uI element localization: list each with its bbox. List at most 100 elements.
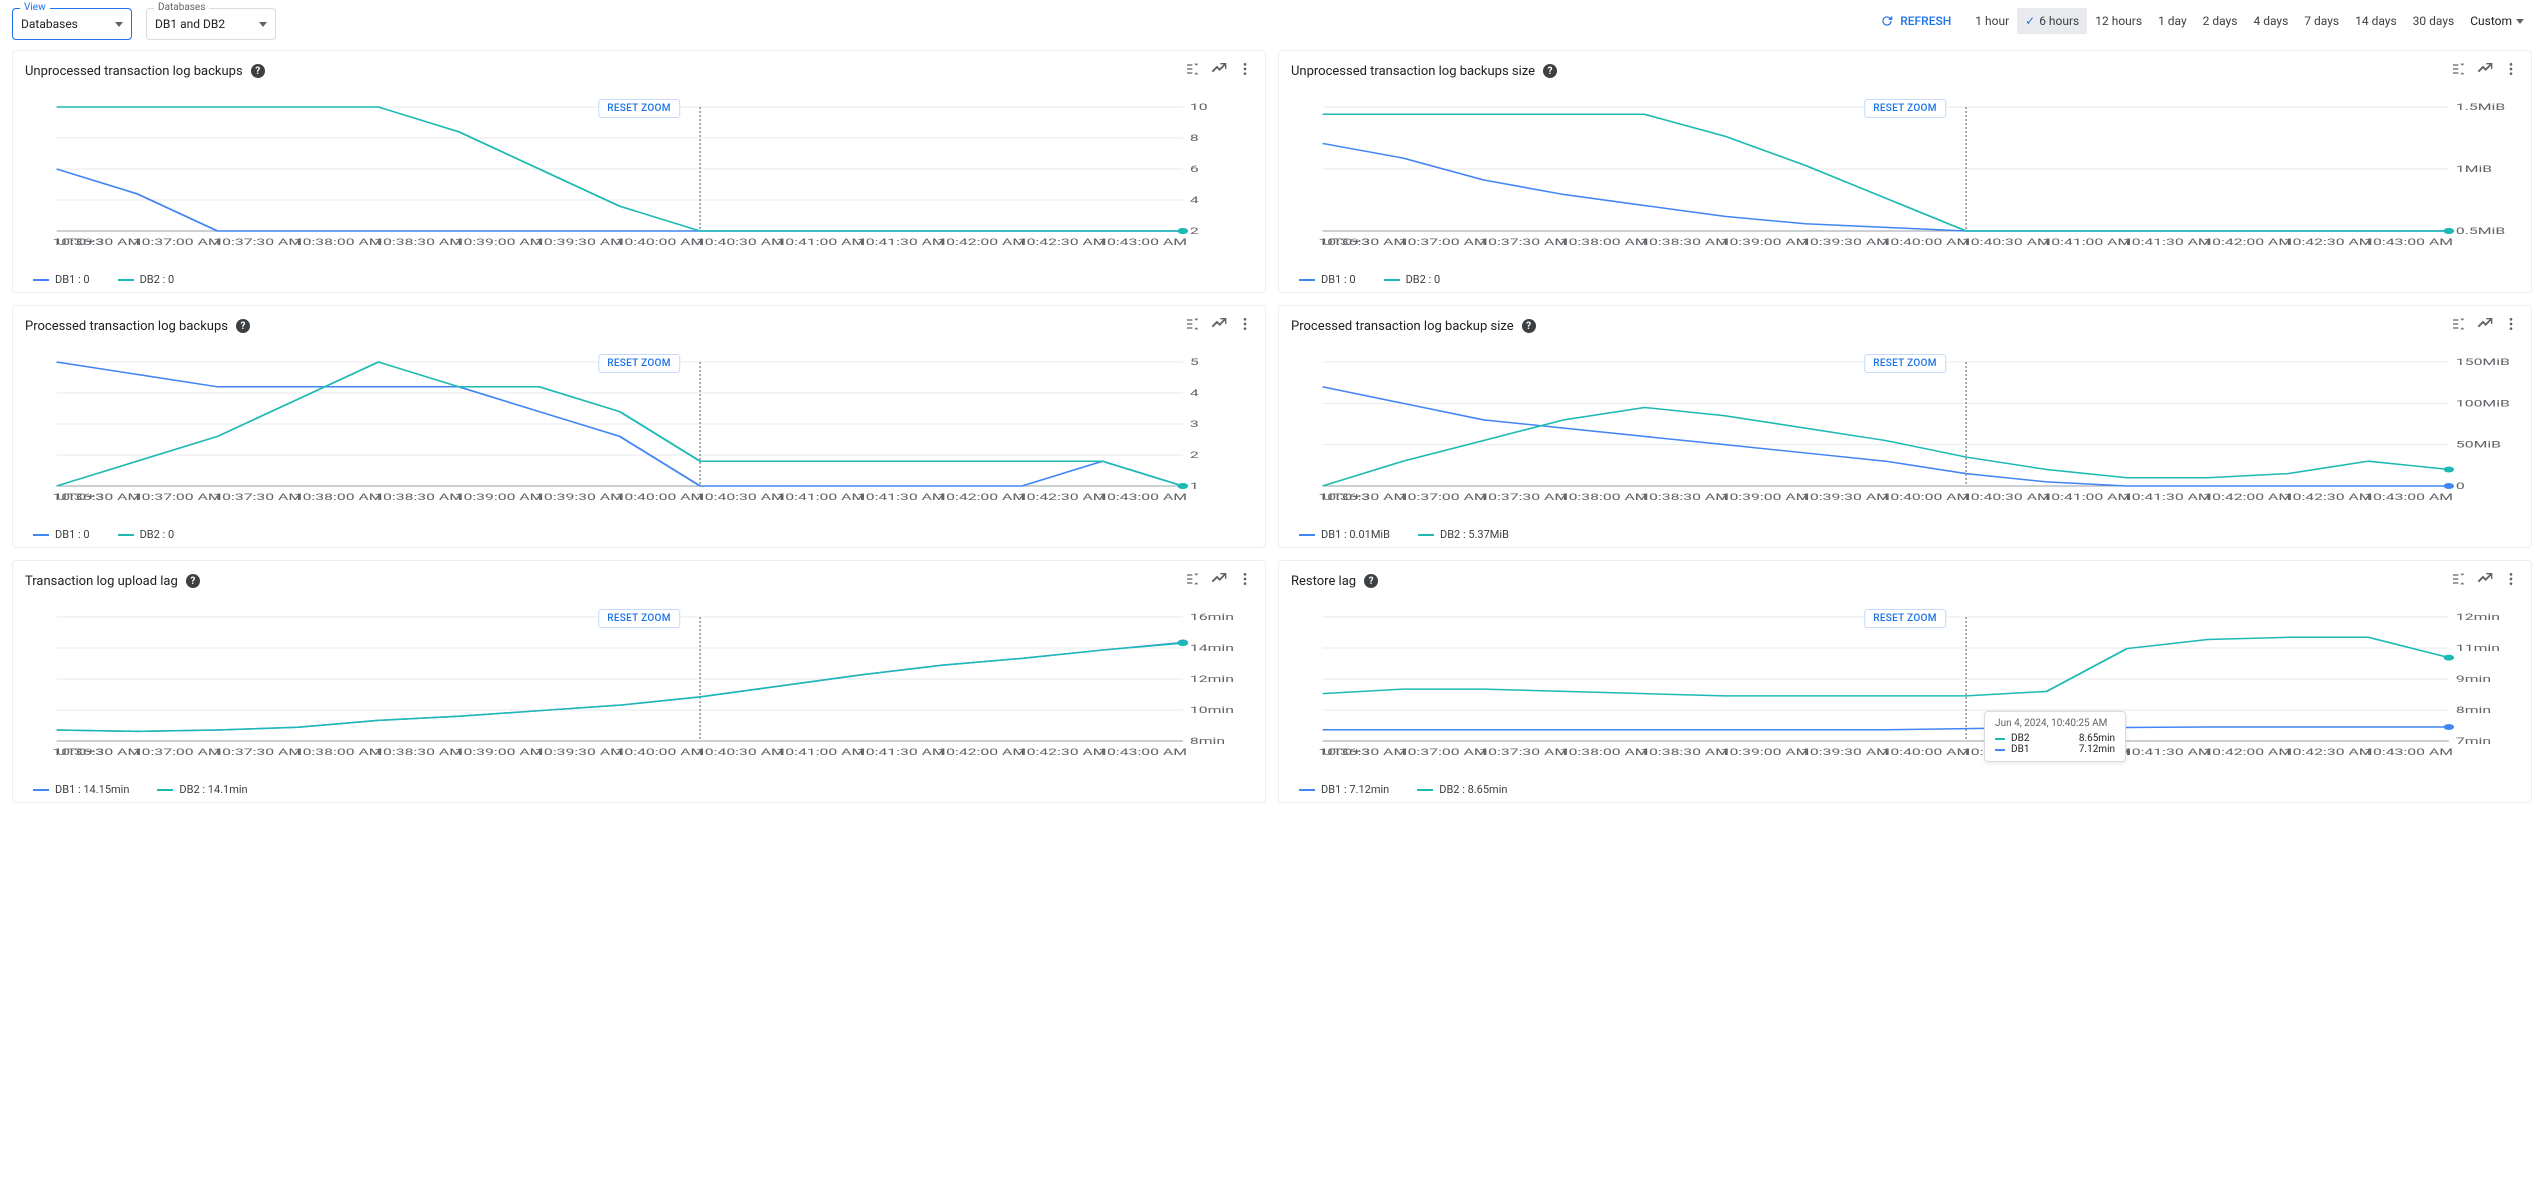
explore-icon[interactable]: [1211, 61, 1227, 81]
explore-icon[interactable]: [2477, 571, 2493, 591]
card-title: Processed transaction log backups: [25, 319, 228, 334]
time-range-selector: 1 hour✓6 hours12 hours1 day2 days4 days7…: [1967, 8, 2462, 34]
chevron-down-icon: [115, 22, 123, 27]
legend-toggle-icon[interactable]: [2451, 316, 2467, 336]
chart-plot[interactable]: 1.5MiB1MiB0.5MiBUTC+310:36:30 AM10:37:00…: [1291, 99, 2519, 249]
svg-text:10:42:30 AM: 10:42:30 AM: [1018, 237, 1107, 248]
help-icon[interactable]: ?: [236, 319, 250, 333]
refresh-button[interactable]: REFRESH: [1870, 8, 1961, 34]
help-icon[interactable]: ?: [1543, 64, 1557, 78]
svg-text:4: 4: [1190, 388, 1199, 399]
legend-item[interactable]: DB2 : 0: [118, 528, 175, 541]
legend-toggle-icon[interactable]: [2451, 61, 2467, 81]
card-actions: [2451, 61, 2519, 81]
svg-text:10:41:30 AM: 10:41:30 AM: [857, 747, 946, 758]
card-title: Unprocessed transaction log backups size: [1291, 64, 1535, 79]
reset-zoom-button[interactable]: RESET ZOOM: [1864, 354, 1946, 373]
svg-text:10:40:30 AM: 10:40:30 AM: [696, 237, 785, 248]
legend-swatch: [1384, 279, 1400, 281]
legend-item[interactable]: DB1 : 14.15min: [33, 783, 129, 796]
legend-item[interactable]: DB2 : 14.1min: [157, 783, 247, 796]
svg-text:10:43:00 AM: 10:43:00 AM: [1098, 237, 1187, 248]
legend-toggle-icon[interactable]: [2451, 571, 2467, 591]
legend-item[interactable]: DB2 : 0: [1384, 273, 1441, 286]
more-menu-icon[interactable]: [1237, 316, 1253, 336]
more-menu-icon[interactable]: [1237, 61, 1253, 81]
reset-zoom-button[interactable]: RESET ZOOM: [598, 99, 680, 118]
chart-plot[interactable]: 12min11min9min8min7minUTC+310:36:30 AM10…: [1291, 609, 2519, 759]
help-icon[interactable]: ?: [1522, 319, 1536, 333]
svg-text:10:43:00 AM: 10:43:00 AM: [2364, 237, 2453, 248]
chart-card: Transaction log upload lag ? RESET ZOOM …: [12, 560, 1266, 803]
reset-zoom-button[interactable]: RESET ZOOM: [598, 354, 680, 373]
svg-text:100MiB: 100MiB: [2456, 399, 2510, 410]
chart-legend: DB1 : 0 DB2 : 0: [25, 524, 1253, 541]
svg-text:10:38:30 AM: 10:38:30 AM: [1640, 237, 1729, 248]
chart-card: Processed transaction log backup size ? …: [1278, 305, 2532, 548]
legend-item[interactable]: DB1 : 0.01MiB: [1299, 528, 1390, 541]
custom-time-dropdown[interactable]: Custom: [2462, 8, 2532, 34]
legend-item[interactable]: DB1 : 7.12min: [1299, 783, 1389, 796]
legend-swatch: [1299, 789, 1315, 791]
help-icon[interactable]: ?: [251, 64, 265, 78]
svg-text:10:39:00 AM: 10:39:00 AM: [1721, 492, 1810, 503]
time-range-option[interactable]: 1 hour: [1967, 8, 2017, 34]
card-actions: [2451, 571, 2519, 591]
more-menu-icon[interactable]: [2503, 61, 2519, 81]
reset-zoom-button[interactable]: RESET ZOOM: [598, 609, 680, 628]
legend-toggle-icon[interactable]: [1185, 571, 1201, 591]
svg-text:9min: 9min: [2456, 674, 2491, 685]
svg-text:10:40:00 AM: 10:40:00 AM: [616, 492, 705, 503]
svg-text:10:36:30 AM: 10:36:30 AM: [1318, 747, 1407, 758]
explore-icon[interactable]: [1211, 571, 1227, 591]
chart-wrap: RESET ZOOM 1.5MiB1MiB0.5MiBUTC+310:36:30…: [1291, 99, 2519, 269]
svg-text:10:37:00 AM: 10:37:00 AM: [133, 492, 222, 503]
chart-wrap: RESET ZOOM 108642UTC+310:36:30 AM10:37:0…: [25, 99, 1253, 269]
time-range-option[interactable]: ✓6 hours: [2017, 8, 2087, 34]
reset-zoom-button[interactable]: RESET ZOOM: [1864, 609, 1946, 628]
legend-toggle-icon[interactable]: [1185, 316, 1201, 336]
more-menu-icon[interactable]: [1237, 571, 1253, 591]
explore-icon[interactable]: [2477, 61, 2493, 81]
svg-text:10:39:00 AM: 10:39:00 AM: [1721, 747, 1810, 758]
legend-swatch: [33, 789, 49, 791]
time-range-option[interactable]: 2 days: [2195, 8, 2246, 34]
help-icon[interactable]: ?: [186, 574, 200, 588]
reset-zoom-button[interactable]: RESET ZOOM: [1864, 99, 1946, 118]
svg-text:10:39:30 AM: 10:39:30 AM: [1801, 492, 1890, 503]
time-range-option[interactable]: 1 day: [2150, 8, 2195, 34]
legend-item[interactable]: DB2 : 8.65min: [1417, 783, 1507, 796]
svg-text:8min: 8min: [1190, 736, 1225, 747]
svg-text:10:37:00 AM: 10:37:00 AM: [1399, 747, 1488, 758]
svg-text:10:42:00 AM: 10:42:00 AM: [937, 237, 1026, 248]
card-title: Restore lag: [1291, 574, 1356, 589]
legend-item[interactable]: DB1 : 0: [1299, 273, 1356, 286]
more-menu-icon[interactable]: [2503, 316, 2519, 336]
svg-text:4: 4: [1190, 195, 1199, 206]
chart-plot[interactable]: 108642UTC+310:36:30 AM10:37:00 AM10:37:3…: [25, 99, 1253, 249]
explore-icon[interactable]: [2477, 316, 2493, 336]
svg-text:10:36:30 AM: 10:36:30 AM: [52, 747, 141, 758]
svg-text:14min: 14min: [1190, 643, 1234, 654]
svg-text:10:37:30 AM: 10:37:30 AM: [1479, 747, 1568, 758]
chart-plot[interactable]: 150MiB100MiB50MiB0UTC+310:36:30 AM10:37:…: [1291, 354, 2519, 504]
chart-plot[interactable]: 54321UTC+310:36:30 AM10:37:00 AM10:37:30…: [25, 354, 1253, 504]
legend-item[interactable]: DB2 : 0: [118, 273, 175, 286]
help-icon[interactable]: ?: [1364, 574, 1378, 588]
explore-icon[interactable]: [1211, 316, 1227, 336]
time-range-option[interactable]: 30 days: [2405, 8, 2463, 34]
time-range-option[interactable]: 14 days: [2347, 8, 2405, 34]
time-range-option[interactable]: 12 hours: [2087, 8, 2150, 34]
time-range-option[interactable]: 7 days: [2296, 8, 2347, 34]
legend-item[interactable]: DB2 : 5.37MiB: [1418, 528, 1509, 541]
legend-item[interactable]: DB1 : 0: [33, 528, 90, 541]
svg-text:10:37:30 AM: 10:37:30 AM: [213, 492, 302, 503]
chart-card: Unprocessed transaction log backups size…: [1278, 50, 2532, 293]
chart-plot[interactable]: 16min14min12min10min8minUTC+310:36:30 AM…: [25, 609, 1253, 759]
svg-text:8min: 8min: [2456, 705, 2491, 716]
legend-item[interactable]: DB1 : 0: [33, 273, 90, 286]
legend-toggle-icon[interactable]: [1185, 61, 1201, 81]
more-menu-icon[interactable]: [2503, 571, 2519, 591]
time-range-option[interactable]: 4 days: [2245, 8, 2296, 34]
svg-text:10:38:00 AM: 10:38:00 AM: [294, 237, 383, 248]
